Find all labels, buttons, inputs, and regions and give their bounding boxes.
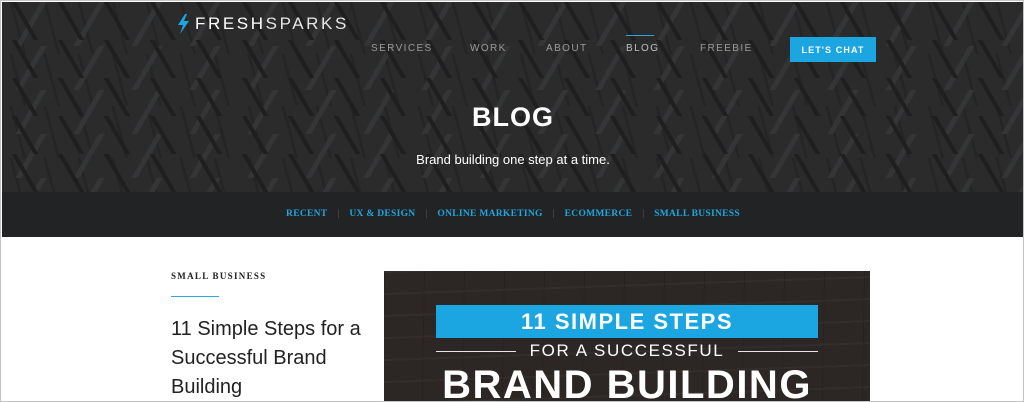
post-category-link[interactable]: SMALL BUSINESS (171, 271, 266, 281)
category-list: RECENT | UX & DESIGN | ONLINE MARKETING … (2, 209, 1023, 219)
nav-work[interactable]: WORK (470, 43, 507, 54)
logo[interactable]: FRESHSPARKS (176, 14, 349, 34)
featured-image-band-text: 11 SIMPLE STEPS (436, 305, 818, 338)
post-category-divider (171, 296, 219, 297)
category-ux-design[interactable]: UX & DESIGN (349, 209, 415, 219)
nav-blog[interactable]: BLOG (626, 43, 659, 54)
category-small-business[interactable]: SMALL BUSINESS (654, 209, 740, 219)
lightning-bolt-icon (176, 14, 190, 34)
category-separator: | (552, 209, 555, 219)
nav-active-indicator (626, 35, 654, 36)
category-separator: | (425, 209, 428, 219)
logo-text: FRESHSPARKS (195, 14, 349, 34)
category-recent[interactable]: RECENT (286, 209, 327, 219)
featured-image-rule-right (738, 351, 818, 352)
category-bar: RECENT | UX & DESIGN | ONLINE MARKETING … (2, 192, 1023, 237)
nav-about[interactable]: ABOUT (546, 43, 587, 54)
nav-services[interactable]: SERVICES (371, 43, 433, 54)
page-subtitle: Brand building one step at a time. (416, 152, 610, 167)
logo-light: SPARKS (265, 14, 349, 33)
category-separator: | (642, 209, 645, 219)
category-ecommerce[interactable]: ECOMMERCE (565, 209, 633, 219)
lets-chat-button[interactable]: LET'S CHAT (790, 37, 876, 62)
hero-header: FRESHSPARKS SERVICES WORK ABOUT BLOG FRE… (2, 2, 1023, 192)
category-online-marketing[interactable]: ONLINE MARKETING (437, 209, 542, 219)
post-title-link[interactable]: 11 Simple Steps for a Successful Brand B… (171, 315, 371, 401)
logo-bold: FRESH (195, 14, 266, 33)
featured-image-sub-text: FOR A SUCCESSFUL (529, 341, 725, 360)
post-featured-image[interactable]: 11 SIMPLE STEPS FOR A SUCCESSFUL BRAND B… (384, 271, 870, 402)
category-separator: | (337, 209, 340, 219)
featured-image-big-text: BRAND BUILDING (442, 363, 812, 402)
featured-image-rule-left (436, 351, 516, 352)
nav-freebie[interactable]: FREEBIE (700, 43, 753, 54)
browser-frame: FRESHSPARKS SERVICES WORK ABOUT BLOG FRE… (0, 0, 1024, 402)
blog-post-preview: SMALL BUSINESS 11 Simple Steps for a Suc… (2, 237, 1023, 402)
page-title: BLOG (472, 102, 554, 132)
